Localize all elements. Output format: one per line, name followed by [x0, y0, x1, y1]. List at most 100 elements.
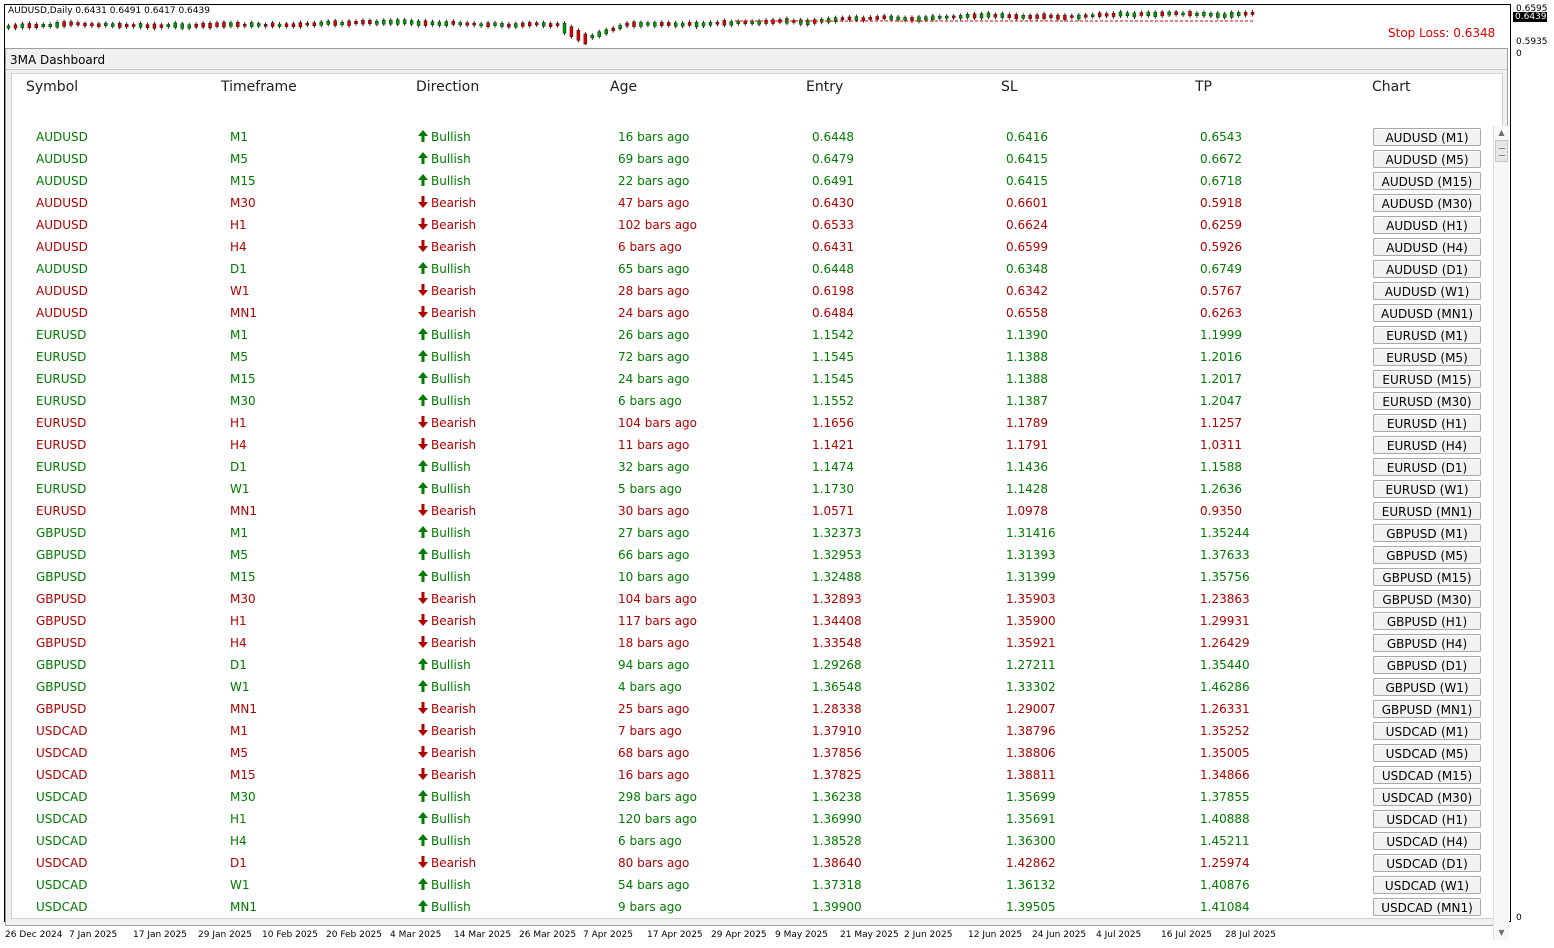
candle [590, 35, 594, 39]
direction-cell: Bearish [418, 434, 476, 456]
vertical-scrollbar[interactable]: ▲ ▼ [1493, 126, 1509, 940]
symbol-cell: AUDUSD [36, 262, 88, 276]
scroll-down-arrow-icon[interactable]: ▼ [1494, 926, 1509, 940]
open-chart-button[interactable]: GBPUSD (M5) [1373, 546, 1481, 564]
candle [1216, 12, 1220, 18]
open-chart-button[interactable]: USDCAD (M30) [1373, 788, 1481, 806]
candle [715, 21, 720, 25]
open-chart-button[interactable]: USDCAD (M1) [1373, 722, 1481, 740]
direction-label: Bearish [431, 240, 477, 254]
open-chart-button[interactable]: GBPUSD (H4) [1373, 634, 1481, 652]
open-chart-button[interactable]: EURUSD (D1) [1373, 458, 1481, 476]
age-cell: 24 bars ago [618, 372, 690, 386]
candle [131, 24, 136, 27]
open-chart-button[interactable]: EURUSD (M30) [1373, 392, 1481, 410]
open-chart-button[interactable]: GBPUSD (M30) [1373, 590, 1481, 608]
age-cell: 10 bars ago [618, 570, 690, 584]
candle [687, 22, 692, 26]
candle [1056, 14, 1060, 20]
symbol-cell: AUDUSD [36, 174, 88, 188]
date-axis-label: 14 Mar 2025 [454, 930, 512, 940]
candle [62, 21, 66, 27]
open-chart-button[interactable]: USDCAD (W1) [1373, 876, 1481, 894]
date-axis-label: 17 Apr 2025 [647, 930, 703, 940]
open-chart-button[interactable]: AUDUSD (M15) [1373, 172, 1481, 190]
entry-cell: 0.6430 [812, 196, 854, 210]
candle [69, 21, 73, 26]
open-chart-button[interactable]: USDCAD (H4) [1373, 832, 1481, 850]
tp-cell: 1.1588 [1200, 460, 1242, 474]
column-header-age: Age [610, 79, 638, 95]
open-chart-button[interactable]: EURUSD (H4) [1373, 436, 1481, 454]
open-chart-button[interactable]: AUDUSD (M1) [1373, 128, 1481, 146]
direction-label: Bearish [431, 218, 477, 232]
table-row: EURUSD M1 Bullish 26 bars ago 1.1542 1.1390 1.… [12, 324, 1492, 346]
open-chart-button[interactable]: GBPUSD (H1) [1373, 612, 1481, 630]
candle [416, 20, 421, 26]
candle [847, 16, 852, 20]
sl-cell: 1.35691 [1006, 812, 1056, 826]
entry-cell: 0.6198 [812, 284, 854, 298]
open-chart-button[interactable]: EURUSD (W1) [1373, 480, 1481, 498]
candle [263, 24, 268, 27]
open-chart-button[interactable]: USDCAD (H1) [1373, 810, 1481, 828]
direction-label: Bullish [431, 526, 471, 540]
arrow-up-icon [418, 680, 428, 692]
direction-cell: Bearish [418, 236, 476, 258]
arrow-down-icon [418, 416, 428, 428]
open-chart-button[interactable]: AUDUSD (M5) [1373, 150, 1481, 168]
scroll-up-arrow-icon[interactable]: ▲ [1494, 126, 1509, 140]
open-chart-button[interactable]: USDCAD (M15) [1373, 766, 1481, 784]
candle [208, 22, 212, 29]
open-chart-button[interactable]: AUDUSD (D1) [1373, 260, 1481, 278]
open-chart-button[interactable]: AUDUSD (M30) [1373, 194, 1481, 212]
candle [368, 20, 372, 25]
candle [750, 20, 754, 25]
open-chart-button[interactable]: GBPUSD (W1) [1373, 678, 1481, 696]
candle [479, 23, 483, 27]
open-chart-button[interactable]: EURUSD (M5) [1373, 348, 1481, 366]
open-chart-button[interactable]: AUDUSD (H4) [1373, 238, 1481, 256]
arrow-down-icon [418, 306, 428, 318]
scrollbar-thumb[interactable] [1495, 140, 1508, 162]
open-chart-button[interactable]: GBPUSD (MN1) [1373, 700, 1481, 718]
timeframe-cell: W1 [230, 482, 250, 496]
candle [1174, 11, 1178, 15]
table-row: EURUSD D1 Bullish 32 bars ago 1.1474 1.1436 1.… [12, 456, 1492, 478]
candle [639, 22, 643, 27]
timeframe-cell: M5 [230, 548, 248, 562]
candle [48, 24, 52, 27]
age-cell: 7 bars ago [618, 724, 682, 738]
entry-cell: 1.29268 [812, 658, 862, 672]
table-row: EURUSD H4 Bearish 11 bars ago 1.1421 1.1791 1.… [12, 434, 1492, 456]
candle [1125, 12, 1130, 16]
open-chart-button[interactable]: AUDUSD (W1) [1373, 282, 1481, 300]
direction-label: Bullish [431, 130, 471, 144]
column-header-chart: Chart [1372, 79, 1411, 95]
open-chart-button[interactable]: USDCAD (M5) [1373, 744, 1481, 762]
candle [701, 22, 706, 27]
tp-cell: 1.45211 [1200, 834, 1250, 848]
table-row: GBPUSD D1 Bullish 94 bars ago 1.29268 1.27211… [12, 654, 1492, 676]
table-row: USDCAD H4 Bullish 6 bars ago 1.38528 1.36300 1… [12, 830, 1492, 852]
table-row: AUDUSD M30 Bearish 47 bars ago 0.6430 0.6601 0… [12, 192, 1492, 214]
sl-cell: 1.31399 [1006, 570, 1056, 584]
open-chart-button[interactable]: GBPUSD (M1) [1373, 524, 1481, 542]
symbol-cell: GBPUSD [36, 526, 87, 540]
open-chart-button[interactable]: GBPUSD (D1) [1373, 656, 1481, 674]
open-chart-button[interactable]: EURUSD (M1) [1373, 326, 1481, 344]
tp-cell: 1.35005 [1200, 746, 1250, 760]
open-chart-button[interactable]: USDCAD (MN1) [1373, 898, 1481, 916]
open-chart-button[interactable]: AUDUSD (H1) [1373, 216, 1481, 234]
dashboard-panel: 3MA Dashboard Symbol Timeframe Direction… [5, 48, 1509, 940]
open-chart-button[interactable]: USDCAD (D1) [1373, 854, 1481, 872]
candle [986, 12, 991, 18]
price-chart-canvas[interactable] [5, 5, 1510, 45]
open-chart-button[interactable]: EURUSD (M15) [1373, 370, 1481, 388]
open-chart-button[interactable]: EURUSD (MN1) [1373, 502, 1481, 520]
candle [979, 13, 984, 19]
open-chart-button[interactable]: AUDUSD (MN1) [1373, 304, 1481, 322]
table-row: GBPUSD M1 Bullish 27 bars ago 1.32373 1.31416… [12, 522, 1492, 544]
open-chart-button[interactable]: GBPUSD (M15) [1373, 568, 1481, 586]
open-chart-button[interactable]: EURUSD (H1) [1373, 414, 1481, 432]
